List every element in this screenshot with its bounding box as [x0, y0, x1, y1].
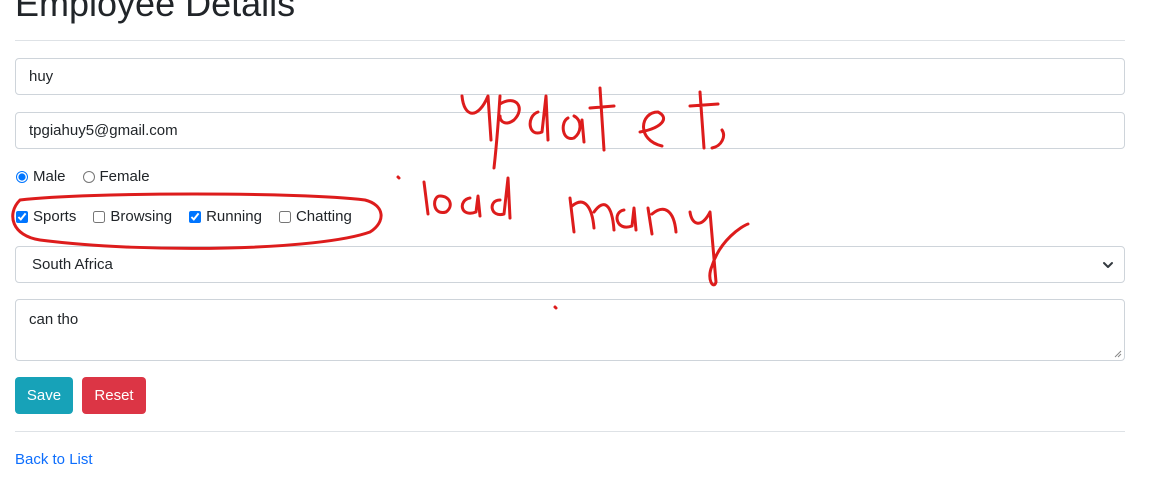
- gender-label-male: Male: [33, 168, 66, 185]
- hobby-option-sports[interactable]: Sports: [15, 208, 76, 225]
- country-select-value: South Africa: [32, 256, 113, 273]
- hobby-option-running[interactable]: Running: [188, 208, 262, 225]
- annotation-dot-1: [396, 175, 401, 180]
- hobbies-checkbox-group: Sports Browsing Running Chatting: [15, 208, 368, 225]
- back-to-list-link[interactable]: Back to List: [15, 451, 93, 468]
- gender-label-female: Female: [99, 168, 150, 185]
- hobby-checkbox-running[interactable]: [189, 210, 202, 223]
- hobby-label-sports: Sports: [33, 208, 77, 225]
- resize-handle-icon[interactable]: [1112, 348, 1122, 358]
- gender-option-female[interactable]: Female: [82, 168, 150, 185]
- hobby-label-chatting: Chatting: [295, 208, 352, 225]
- name-field[interactable]: huy: [15, 58, 1125, 95]
- reset-button[interactable]: Reset: [82, 377, 146, 414]
- hobby-label-browsing: Browsing: [110, 208, 173, 225]
- email-field[interactable]: tpgiahuy5@gmail.com: [15, 112, 1125, 149]
- hobby-checkbox-chatting[interactable]: [278, 210, 291, 223]
- hobby-label-running: Running: [206, 208, 262, 225]
- hobby-checkbox-sports[interactable]: [16, 210, 28, 223]
- save-button[interactable]: Save: [15, 377, 73, 414]
- address-text: can tho: [29, 311, 79, 328]
- gender-option-male[interactable]: Male: [15, 168, 66, 185]
- footer-divider: [15, 431, 1125, 432]
- hobby-checkbox-browsing[interactable]: [93, 210, 106, 223]
- hobby-option-browsing[interactable]: Browsing: [92, 208, 172, 225]
- gender-radio-male[interactable]: [16, 170, 28, 183]
- chevron-down-icon: [1103, 261, 1113, 268]
- gender-radio-group: Male Female: [15, 168, 166, 185]
- page-title: Employee Details: [15, 0, 296, 24]
- country-select[interactable]: South Africa: [15, 246, 1125, 283]
- address-textarea[interactable]: can tho: [15, 299, 1125, 361]
- gender-radio-female[interactable]: [82, 170, 95, 183]
- title-divider: [15, 40, 1125, 41]
- hobby-option-chatting[interactable]: Chatting: [278, 208, 352, 225]
